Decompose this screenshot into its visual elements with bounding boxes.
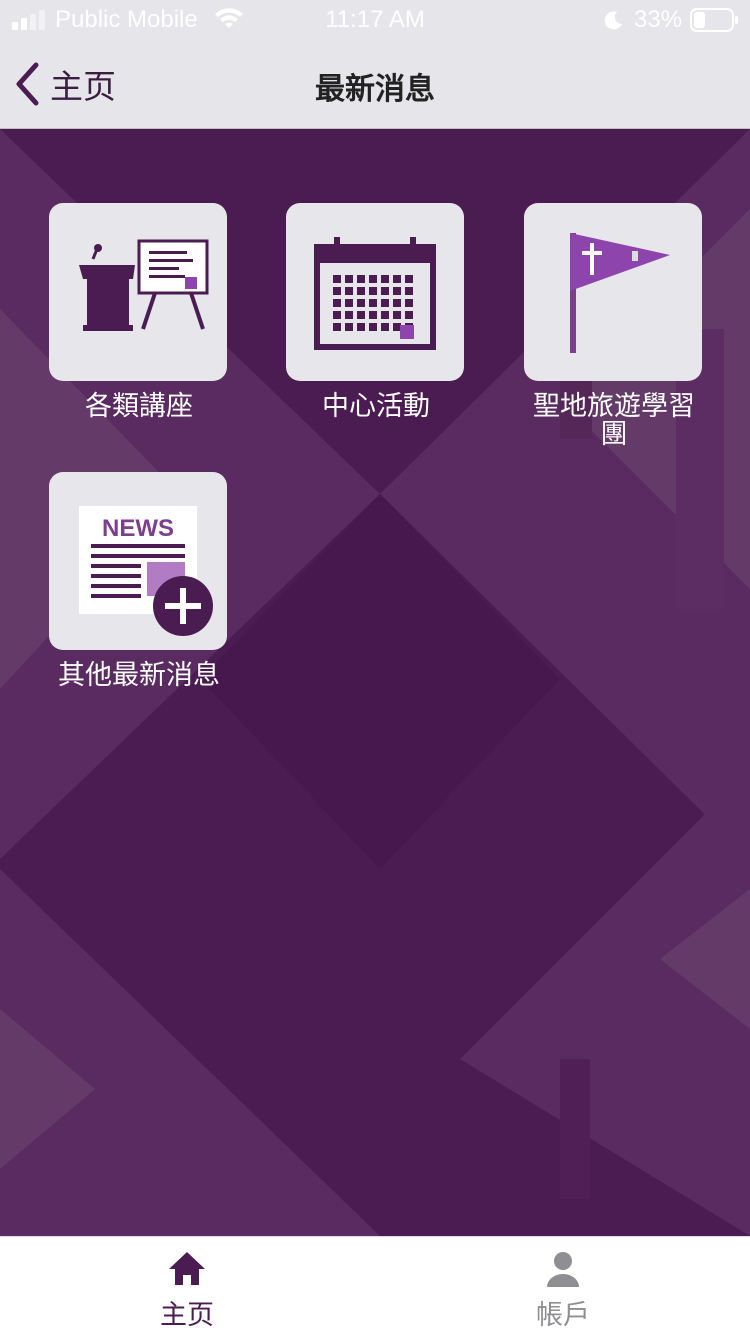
calendar-day-cell [345,299,353,307]
moon-icon [604,11,622,30]
person-icon [547,1252,579,1287]
page-title: 最新消息 [315,72,435,107]
calendar-day-cell [393,287,401,295]
tile-holy-land-tour[interactable]: 聖地旅遊學習團 [524,203,704,449]
calendar-day-cell [381,311,389,319]
calendar-day-cell [369,275,377,283]
calendar-day-cell [345,323,353,331]
calendar-day-cell [405,275,413,283]
tile-lectures-icon-box [49,203,227,381]
battery-icon [690,8,738,32]
news-icon-text: NEWS [102,515,174,542]
calendar-day-cell [393,275,401,283]
tile-news-label: 其他最新消息 [58,660,220,691]
calendar-day-cell [405,311,413,319]
tile-tour-label: 聖地旅遊學習團 [533,391,695,450]
lecture-podium-icon [79,239,209,331]
calendar-day-cell [381,287,389,295]
pennant-flag-icon [570,233,670,353]
tile-news-icon-box: NEWS [49,472,227,650]
tile-activities-icon-box [286,203,464,381]
tile-center-activities[interactable]: 中心活動 [286,203,466,421]
calendar-grid [333,275,413,331]
status-bar: Public Mobile 11:17 AM 33% [0,0,750,40]
home-icon [169,1252,205,1285]
calendar-day-cell [369,299,377,307]
tab-home[interactable]: 主页 [87,1237,287,1335]
calendar-day-cell [381,323,389,331]
calendar-day-cell [357,275,365,283]
calendar-day-cell [369,311,377,319]
calendar-day-cell [333,287,341,295]
calendar-day-cell [369,323,377,331]
calendar-day-cell [333,311,341,319]
calendar-day-cell [357,311,365,319]
tile-tour-icon-box [524,203,702,381]
calendar-day-cell [369,287,377,295]
calendar-day-cell [381,299,389,307]
calendar-day-cell [393,299,401,307]
calendar-day-cell [393,323,401,331]
calendar-day-cell [345,311,353,319]
calendar-day-cell [345,287,353,295]
calendar-day-cell [357,299,365,307]
calendar-day-cell [405,299,413,307]
calendar-day-cell [357,287,365,295]
navigation-bar: 主页 最新消息 [0,40,750,129]
calendar-day-cell [333,323,341,331]
tab-home-label: 主页 [160,1300,214,1331]
main-content: 各類講座 中心活動 聖地旅遊學習團 NEWS 其他最新消息 [0,129,750,1236]
tab-account-label: 帳戶 [536,1300,590,1331]
calendar-day-cell [393,311,401,319]
news-plus-icon: NEWS [79,506,213,636]
tile-other-news[interactable]: NEWS 其他最新消息 [49,472,229,690]
tile-activities-label: 中心活動 [322,391,430,422]
calendar-day-cell [333,275,341,283]
tile-lectures-label: 各類講座 [85,391,193,422]
battery-percentage: 33% [634,6,683,33]
tab-account[interactable]: 帳戶 [463,1237,663,1335]
tile-lectures[interactable]: 各類講座 [49,203,229,421]
calendar-day-cell [381,275,389,283]
calendar-day-cell [345,275,353,283]
calendar-day-cell [333,299,341,307]
tab-bar: 主页 帳戶 [0,1236,750,1335]
calendar-day-cell [357,323,365,331]
calendar-day-cell [405,287,413,295]
calendar-icon [314,237,436,350]
